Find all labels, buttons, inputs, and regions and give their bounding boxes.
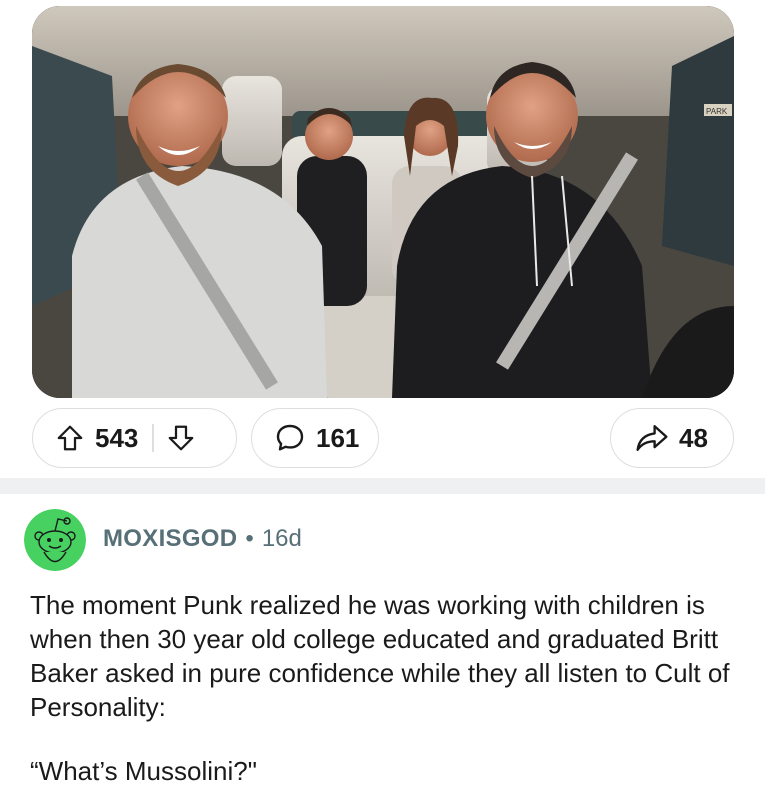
comment-bubble-icon <box>274 422 306 454</box>
avatar[interactable] <box>24 509 86 571</box>
park-sign-text: PARK <box>706 107 728 116</box>
post-image[interactable]: PARK <box>32 6 734 398</box>
share-count: 48 <box>679 422 708 453</box>
vote-control: 543 <box>32 408 237 468</box>
downvote-arrow-icon[interactable] <box>166 423 196 453</box>
share-button[interactable]: 48 <box>610 408 734 468</box>
vote-divider <box>152 424 154 452</box>
comment-meta: MOXISGOD • 16d <box>103 525 302 553</box>
vote-count: 543 <box>95 422 139 453</box>
snoo-avatar-icon <box>24 509 86 571</box>
comments-button[interactable]: 161 <box>251 408 379 468</box>
reddit-post-page: PARK 543 161 48 MOXISGOD • 16d The momen… <box>0 0 765 800</box>
comment-paragraph: “What’s Mussolini?" <box>30 756 257 786</box>
comment-body: The moment Punk realized he was working … <box>30 588 740 788</box>
upvote-arrow-icon[interactable] <box>55 423 85 453</box>
share-arrow-icon <box>635 423 669 453</box>
section-separator <box>0 478 765 494</box>
meta-separator: • <box>245 525 254 552</box>
car-interior-photo: PARK <box>32 6 734 398</box>
comment-count: 161 <box>316 422 360 453</box>
comment-author[interactable]: MOXISGOD <box>103 525 237 553</box>
comment-age: 16d <box>261 525 302 552</box>
comment-paragraph: The moment Punk realized he was working … <box>30 590 730 722</box>
